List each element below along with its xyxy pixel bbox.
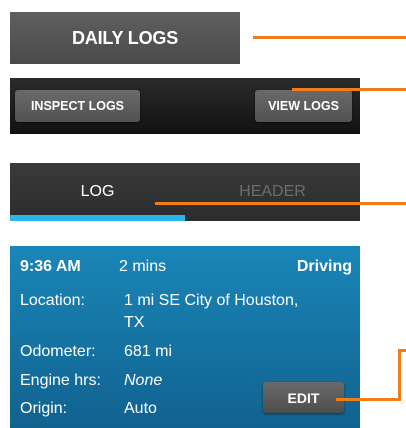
callout-line-title (253, 36, 406, 39)
origin-value: Auto (124, 400, 157, 417)
log-entry-card: 9:36 AM 2 mins Driving Location: 1 mi SE… (10, 246, 360, 428)
tab-log[interactable]: LOG (10, 163, 185, 221)
location-label: Location: (20, 292, 85, 309)
callout-line-toolbar (292, 88, 406, 91)
location-value-line1: 1 mi SE City of Houston, (124, 292, 299, 309)
tab-header[interactable]: HEADER (185, 163, 360, 221)
log-status: Driving (296, 258, 352, 275)
log-duration: 2 mins (119, 258, 167, 275)
inspect-logs-button[interactable]: INSPECT LOGS (15, 90, 140, 122)
view-logs-button[interactable]: VIEW LOGS (255, 90, 352, 122)
origin-label: Origin: (20, 400, 68, 417)
tab-bar: LOG HEADER (10, 163, 360, 221)
tab-selected-indicator (10, 215, 185, 221)
edit-button[interactable]: EDIT (263, 382, 344, 413)
log-time: 9:36 AM (20, 258, 81, 275)
toolbar: INSPECT LOGS VIEW LOGS (10, 78, 360, 134)
callout-line-edit-vertical (398, 349, 401, 401)
odometer-label: Odometer: (20, 343, 96, 360)
odometer-value: 681 mi (124, 343, 173, 360)
engine-hours-value: None (124, 372, 163, 389)
callout-line-tabs (155, 202, 406, 205)
callout-line-edit-bottom (336, 398, 401, 401)
page-title: DAILY LOGS (10, 12, 240, 64)
engine-hours-label: Engine hrs: (20, 372, 101, 389)
location-value-line2: TX (124, 314, 145, 331)
